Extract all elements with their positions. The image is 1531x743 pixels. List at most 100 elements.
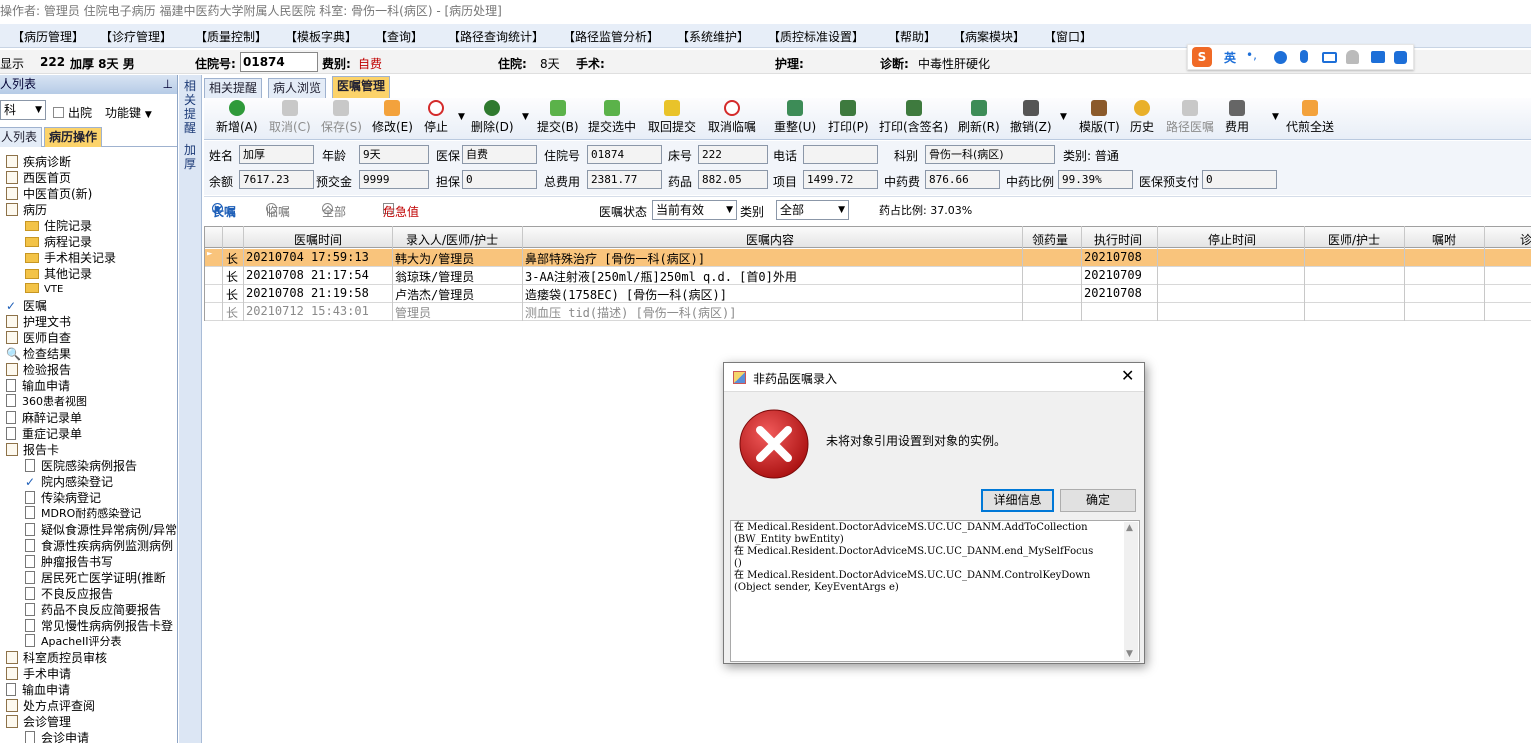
tab-patient-list[interactable]: 人列表 xyxy=(0,127,43,147)
remind-vertical-label[interactable]: 相关提醒 xyxy=(184,79,198,135)
col-diag[interactable]: 诊 xyxy=(1520,231,1531,248)
revoke-button[interactable]: 撤销(Z) xyxy=(1010,100,1052,135)
prepay-field[interactable]: 9999 xyxy=(359,170,429,189)
save-button[interactable]: 保存(S) xyxy=(321,100,362,135)
menu-window[interactable]: 【窗口】 xyxy=(1044,28,1092,45)
tree-item[interactable]: 检验报告 xyxy=(6,362,71,378)
microphone-icon[interactable] xyxy=(1300,50,1308,63)
print-button[interactable]: 打印(P) xyxy=(828,100,869,135)
balance-field[interactable]: 7617.23 xyxy=(239,170,314,189)
tree-item[interactable]: 报告卡 xyxy=(6,442,59,458)
cancel-temp-button[interactable]: 取消临嘱 xyxy=(708,100,756,135)
menu-case[interactable]: 【病案模块】 xyxy=(953,28,1025,45)
tree-item[interactable]: 疑似食源性异常病例/异常 xyxy=(25,522,177,538)
tree-item[interactable]: 输血申请 xyxy=(6,378,70,394)
phone-field[interactable] xyxy=(803,145,878,164)
name-field[interactable]: 加厚 xyxy=(239,145,314,164)
tab-patient-browse[interactable]: 病人浏览 xyxy=(268,78,327,98)
pin-icon[interactable]: ⊥ xyxy=(163,75,173,94)
total-field[interactable]: 2381.77 xyxy=(587,170,662,189)
tree-item[interactable]: 重症记录单 xyxy=(6,426,82,442)
drug-field[interactable]: 882.05 xyxy=(698,170,768,189)
template-button[interactable]: 模版(T) xyxy=(1079,100,1120,135)
tree-item[interactable]: 常见慢性病病例报告卡登 xyxy=(25,618,173,634)
emoji-icon[interactable] xyxy=(1274,51,1287,64)
punctuation-icon[interactable]: •, xyxy=(1246,48,1257,62)
col-instruction[interactable]: 嘱咐 xyxy=(1432,231,1456,248)
tree-item[interactable]: 中医首页(新) xyxy=(6,186,92,202)
tab-record-ops[interactable]: 病历操作 xyxy=(44,127,103,147)
col-entered-by[interactable]: 录入人/医师/护士 xyxy=(406,231,498,248)
submit-button[interactable]: 提交(B) xyxy=(537,100,579,135)
tree-item[interactable]: 医院感染病例报告 xyxy=(25,458,137,474)
menu-treatment[interactable]: 【诊疗管理】 xyxy=(100,28,172,45)
details-button[interactable]: 详细信息 xyxy=(981,489,1054,512)
refresh-button[interactable]: 刷新(R) xyxy=(958,100,1000,135)
scroll-up-icon[interactable]: ▲ xyxy=(1126,522,1133,534)
dept-select[interactable]: 科 ▼ xyxy=(0,100,46,120)
tree-item[interactable]: 麻醉记录单 xyxy=(6,410,82,426)
tree-item[interactable]: 护理文书 xyxy=(6,314,71,330)
tree-item[interactable]: 传染病登记 xyxy=(25,490,101,506)
col-order-time[interactable]: 医嘱时间 xyxy=(294,231,342,248)
tree-item[interactable]: 手术申请 xyxy=(6,666,71,682)
tree-item[interactable]: ✓ 院内感染登记 xyxy=(25,474,113,490)
tree-item[interactable]: 住院记录 xyxy=(25,218,92,234)
table-row[interactable]: 长 20210708 21:19:58 卢浩杰/管理员 造瘘袋(1758EC) … xyxy=(204,285,1531,303)
dept-field[interactable]: 骨伤一科(病区) xyxy=(925,145,1055,164)
tree-item[interactable]: 🔍 检查结果 xyxy=(6,346,71,362)
print-signed-button[interactable]: 打印(含签名) xyxy=(879,100,948,135)
tree-item[interactable]: 360患者视图 xyxy=(6,394,87,410)
ok-button[interactable]: 确定 xyxy=(1060,489,1136,512)
col-exec-time[interactable]: 执行时间 xyxy=(1094,231,1142,248)
function-key-dropdown[interactable]: 功能键 ▼ xyxy=(105,104,152,121)
menu-path-stats[interactable]: 【路径查询统计】 xyxy=(448,28,544,45)
menu-path-analysis[interactable]: 【路径监管分析】 xyxy=(563,28,659,45)
patient-vertical-label[interactable]: 加厚 xyxy=(184,143,198,171)
menu-qc-standard[interactable]: 【质控标准设置】 xyxy=(768,28,864,45)
menu-template[interactable]: 【模板字典】 xyxy=(285,28,357,45)
add-button[interactable]: 新增(A) xyxy=(216,100,258,135)
inpatient-no-field[interactable]: 01874 xyxy=(240,52,318,72)
tree-item[interactable]: 食源性疾病病例监测病例 xyxy=(25,538,173,554)
col-doctor-nurse[interactable]: 医师/护士 xyxy=(1328,231,1380,248)
chevron-down-icon[interactable]: ▼ xyxy=(1272,112,1279,122)
keyboard-icon[interactable] xyxy=(1322,52,1337,63)
menu-quality[interactable]: 【质量控制】 xyxy=(195,28,267,45)
toolbox-icon[interactable] xyxy=(1394,51,1407,64)
ins-prepay-field[interactable]: 0 xyxy=(1202,170,1277,189)
delete-button[interactable]: 删除(D) xyxy=(471,100,514,135)
tree-item[interactable]: 科室质控员审核 xyxy=(6,650,107,666)
tab-remind[interactable]: 相关提醒 xyxy=(204,78,263,98)
decoct-send-button[interactable]: 代煎全送 xyxy=(1286,100,1334,135)
menu-record[interactable]: 【病历管理】 xyxy=(12,28,84,45)
tree-item[interactable]: 病历 xyxy=(6,202,47,218)
tab-order-management[interactable]: 医嘱管理 xyxy=(332,76,391,98)
tree-item[interactable]: 医师自查 xyxy=(6,330,71,346)
table-row[interactable]: 长 20210712 15:43:01 管理员 测血压 tid(描述) [骨伤一… xyxy=(204,303,1531,321)
tree-item[interactable]: 不良反应报告 xyxy=(25,586,113,602)
scroll-down-icon[interactable]: ▼ xyxy=(1126,648,1133,660)
col-content[interactable]: 医嘱内容 xyxy=(746,231,794,248)
tree-item[interactable]: 肿瘤报告书写 xyxy=(25,554,113,570)
exception-details[interactable]: 在 Medical.Resident.DoctorAdviceMS.UC.UC_… xyxy=(730,520,1140,662)
tree-item[interactable]: 输血申请 xyxy=(6,682,70,698)
col-stop-time[interactable]: 停止时间 xyxy=(1208,231,1256,248)
tcm-field[interactable]: 876.66 xyxy=(925,170,1000,189)
discharged-checkbox[interactable]: 出院 xyxy=(53,104,92,121)
menu-help[interactable]: 【帮助】 xyxy=(888,28,936,45)
cancel-button[interactable]: 取消(C) xyxy=(269,100,311,135)
tree-item[interactable]: 药品不良反应简要报告 xyxy=(25,602,161,618)
table-row[interactable]: 长 20210708 21:17:54 翁琼珠/管理员 3-AA注射液[250m… xyxy=(204,267,1531,285)
tree-item[interactable]: 西医首页 xyxy=(6,170,71,186)
tree-item[interactable]: ApacheII评分表 xyxy=(25,634,122,650)
submit-selected-button[interactable]: 提交选中 xyxy=(588,100,636,135)
age-field[interactable]: 9天 xyxy=(359,145,429,164)
stop-button[interactable]: 停止 xyxy=(424,100,448,135)
detail-scrollbar[interactable]: ▲ ▼ xyxy=(1124,522,1138,660)
tree-item[interactable]: MDRO耐药感染登记 xyxy=(25,506,141,522)
bed-field[interactable]: 222 xyxy=(698,145,768,164)
inpatient-field[interactable]: 01874 xyxy=(587,145,662,164)
ime-toolbar[interactable]: S 英 •, xyxy=(1187,44,1414,70)
tree-item[interactable]: ✓ 医嘱 xyxy=(6,298,47,314)
